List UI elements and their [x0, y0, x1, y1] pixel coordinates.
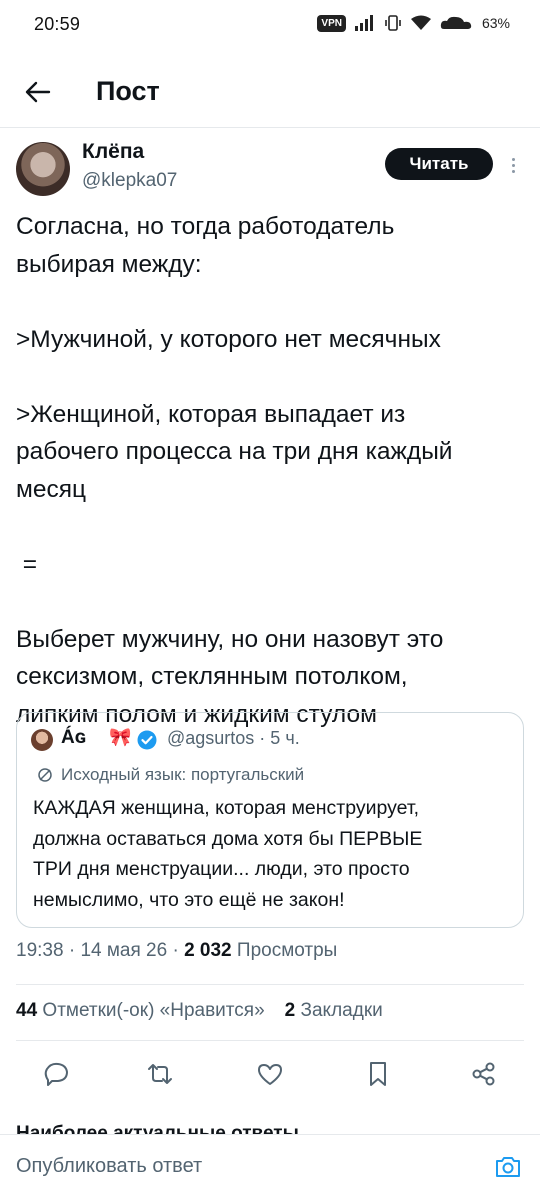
bookmarks-count: 2: [284, 1000, 296, 1021]
reply-icon: [44, 1062, 68, 1086]
bookmark-button[interactable]: [362, 1058, 394, 1090]
page-title: Пост: [96, 76, 160, 106]
repost-button[interactable]: [144, 1058, 176, 1090]
post-text-line: [16, 583, 526, 621]
post-text-line: [16, 358, 526, 396]
quote-text-line: КАЖДАЯ женщина, которая менструирует,: [33, 797, 420, 819]
share-icon: [472, 1062, 495, 1086]
reply-input[interactable]: Опубликовать ответ: [16, 1155, 202, 1178]
battery-icon: [440, 16, 472, 29]
reply-composer-bar: Опубликовать ответ: [0, 1134, 540, 1200]
quote-avatar: [31, 729, 53, 751]
author-handle[interactable]: @klepka07: [82, 170, 177, 192]
follow-button[interactable]: Читать: [385, 148, 493, 180]
quote-text-line: немыслимо, что это ещё не закон!: [33, 888, 345, 911]
translation-note-text: Исходный язык: португальский: [61, 765, 305, 784]
translation-note: Исходный язык: португальский: [37, 765, 304, 785]
quote-text-line: ТРИ дня менструации... люди, это просто: [33, 858, 410, 880]
views-label: Просмотры: [236, 940, 338, 961]
post-stats: 44 Отметки(-ок) «Нравится» 2 Закладки: [16, 1000, 383, 1022]
quote-text: КАЖДАЯ женщина, которая менструирует, до…: [33, 793, 513, 915]
camera-button[interactable]: [492, 1151, 524, 1183]
more-options-button[interactable]: [504, 150, 522, 180]
wifi-icon: [410, 15, 431, 30]
post-text-line: [16, 508, 526, 546]
post-text-line: рабочего процесса на три дня каждый: [16, 438, 453, 465]
post-text-line: выбирая между:: [16, 250, 202, 278]
battery-percent: 63%: [481, 15, 510, 31]
quote-author-name: Áɢ: [61, 727, 86, 748]
like-button[interactable]: [254, 1058, 286, 1090]
share-button[interactable]: [468, 1058, 500, 1090]
vpn-badge: VPN: [317, 14, 346, 32]
status-icons: VPN 63%: [317, 14, 510, 32]
post-text-line: >Женщиной, которая выпадает из: [16, 400, 406, 428]
quote-meta: @agsurtos · 5 ч.: [167, 728, 300, 748]
status-bar: 20:59 VPN 63%: [0, 0, 540, 50]
quote-text-line: должна оставаться дома хотя бы ПЕРВЫЕ: [33, 827, 423, 850]
post-text-line: Согласна, но тогда работодатель: [16, 213, 395, 240]
bookmark-icon: [370, 1062, 386, 1086]
post-date[interactable]: 14 мая 26: [80, 940, 167, 961]
more-dots-icon: [511, 157, 515, 161]
likes-stat[interactable]: 44 Отметки(-ок) «Нравится»: [16, 1000, 265, 1022]
post-time[interactable]: 19:38: [16, 940, 64, 961]
likes-label: Отметки(-ок) «Нравится»: [42, 1000, 265, 1021]
post-text-line: [16, 283, 526, 321]
post-text-line: месяц: [16, 475, 87, 503]
post-text-line: >Мужчиной, у которого нет месячных: [16, 325, 441, 353]
divider: [16, 984, 524, 985]
back-button[interactable]: [16, 70, 60, 114]
arrow-left-icon: [25, 81, 51, 103]
translate-icon: [38, 768, 52, 782]
likes-count: 44: [16, 1000, 38, 1021]
vibrate-icon: [385, 15, 401, 31]
views-count: 2 032: [184, 940, 232, 961]
author-name[interactable]: Клёпа: [82, 140, 144, 164]
post-text-line: Выберет мужчину, но они назовут это: [16, 625, 444, 653]
bookmarks-label: Закладки: [300, 1000, 383, 1021]
signal-icon: [354, 15, 373, 31]
reply-button[interactable]: [40, 1058, 72, 1090]
post-actions: [0, 1052, 540, 1096]
avatar[interactable]: [16, 142, 70, 196]
camera-icon: [496, 1157, 520, 1177]
quote-author-emoji: 🎀: [109, 727, 132, 747]
quoted-post[interactable]: Áɢ 🎀 @agsurtos · 5 ч. Исходный язык: пор…: [16, 712, 524, 928]
top-app-bar: Пост: [0, 54, 540, 128]
post-text-line: =: [16, 550, 38, 578]
post-meta: 19:38 · 14 мая 26 · 2 032 Просмотры: [16, 940, 338, 961]
retweet-icon: [148, 1064, 172, 1084]
status-time: 20:59: [34, 14, 81, 34]
divider: [16, 1040, 524, 1041]
bookmarks-stat[interactable]: 2 Закладки: [285, 1000, 383, 1022]
verified-badge-icon: [137, 730, 157, 750]
post-text-line: сексизмом, стеклянным потолком,: [16, 663, 408, 690]
post-text: Согласна, но тогда работодатель выбирая …: [16, 208, 526, 733]
like-icon: [258, 1064, 282, 1085]
